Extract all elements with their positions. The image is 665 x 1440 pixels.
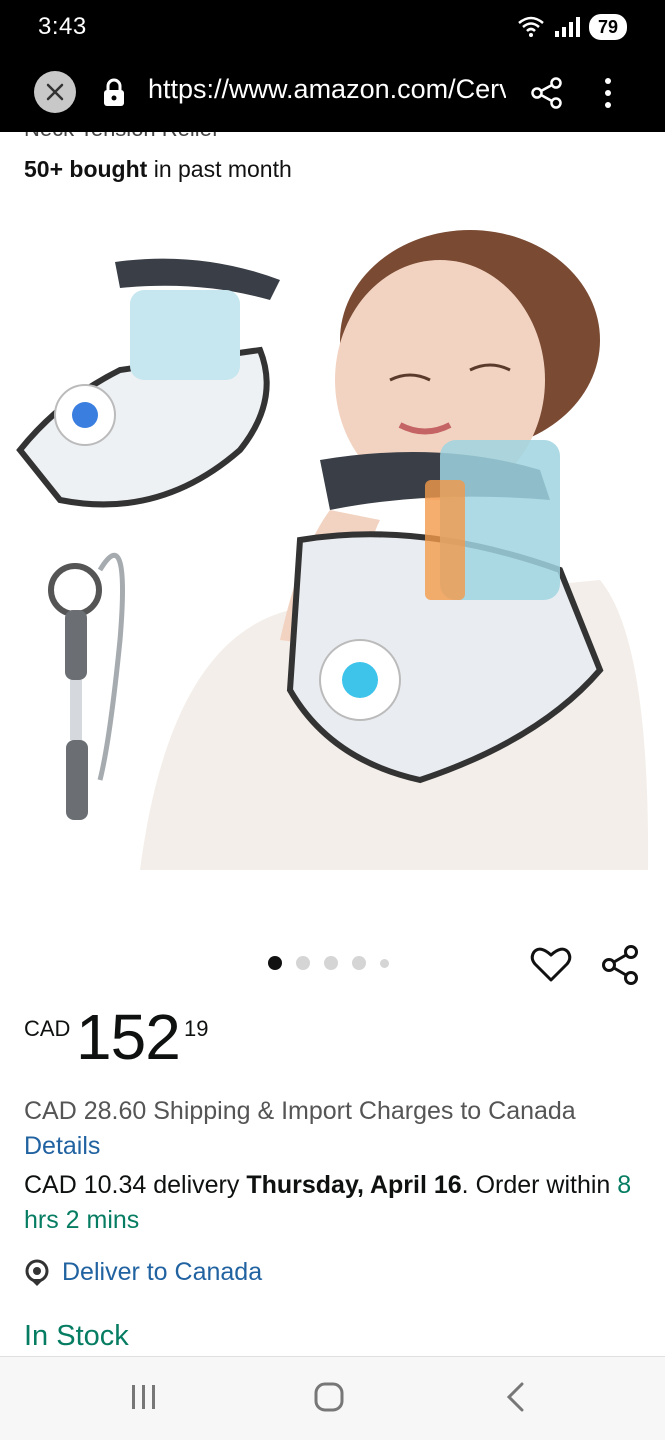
close-icon xyxy=(46,83,64,101)
shipping-info: CAD 28.60 Shipping & Import Charges to C… xyxy=(24,1094,644,1164)
carousel-dot-5[interactable] xyxy=(380,958,389,968)
lock-icon[interactable] xyxy=(102,78,126,108)
delivery-date: Thursday, April 16 xyxy=(246,1171,462,1199)
delivery-mid: . Order within xyxy=(461,1171,618,1199)
image-carousel-dots[interactable] xyxy=(268,956,389,970)
home-icon[interactable] xyxy=(313,1381,345,1413)
carousel-dot-1[interactable] xyxy=(268,956,282,970)
recent-apps-icon[interactable] xyxy=(128,1383,160,1411)
product-title-fragment: Neck Tension Relief xyxy=(24,132,218,142)
status-icons: 79 xyxy=(517,14,627,40)
share-icon[interactable] xyxy=(530,76,564,110)
product-image[interactable] xyxy=(0,220,665,880)
battery-indicator: 79 xyxy=(588,14,627,40)
product-page: Neck Tension Relief 50+ bought in past m… xyxy=(0,132,665,1356)
back-icon[interactable] xyxy=(502,1381,530,1413)
carousel-dot-2[interactable] xyxy=(296,956,310,970)
purchase-count: 50+ bought in past month xyxy=(24,156,292,183)
shipping-text: CAD 28.60 Shipping & Import Charges to C… xyxy=(24,1097,576,1125)
close-tab-button[interactable] xyxy=(34,71,76,113)
details-link[interactable]: Details xyxy=(24,1132,100,1160)
signal-icon xyxy=(554,17,580,37)
heart-icon[interactable] xyxy=(530,944,572,984)
purchase-count-bold: 50+ bought xyxy=(24,156,148,182)
price-fraction: 19 xyxy=(184,1016,209,1041)
status-bar: 3:43 79 xyxy=(0,0,665,56)
location-pin-icon xyxy=(25,1259,49,1286)
share-product-icon[interactable] xyxy=(600,944,640,986)
delivery-info: CAD 10.34 delivery Thursday, April 16. O… xyxy=(24,1168,634,1238)
url-field[interactable]: https://www.amazon.com/Cervical-Neck-Tra… xyxy=(148,74,506,105)
status-time: 3:43 xyxy=(38,13,87,40)
purchase-count-rest: in past month xyxy=(147,156,292,182)
wifi-icon xyxy=(518,16,544,37)
deliver-to-text[interactable]: Deliver to Canada xyxy=(62,1258,262,1287)
deliver-to-link[interactable]: Deliver to Canada xyxy=(24,1258,262,1287)
carousel-dot-3[interactable] xyxy=(324,956,338,970)
stock-status: In Stock xyxy=(24,1320,129,1352)
more-options-icon[interactable] xyxy=(596,76,620,110)
price-whole: 152 xyxy=(76,1001,181,1073)
browser-toolbar: https://www.amazon.com/Cervical-Neck-Tra… xyxy=(0,56,665,132)
system-nav-bar xyxy=(0,1356,665,1440)
carousel-dot-4[interactable] xyxy=(352,956,366,970)
price-currency: CAD xyxy=(24,1016,71,1041)
delivery-prefix: CAD 10.34 delivery xyxy=(24,1171,247,1199)
